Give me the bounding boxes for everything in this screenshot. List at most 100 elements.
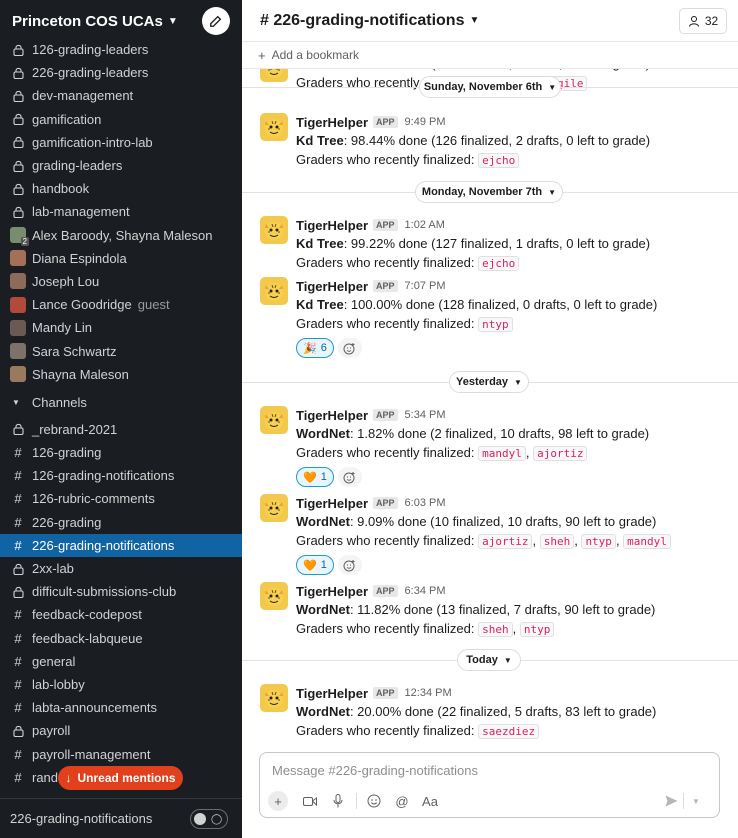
video-icon[interactable] [302, 791, 318, 811]
timestamp[interactable]: 9:49 PM [405, 116, 446, 128]
huddle-channel-label: 226-grading-notifications [10, 811, 153, 826]
send-icon[interactable] [663, 791, 679, 811]
reaction-pill[interactable]: 🎉 6 [296, 338, 334, 358]
hash-icon: # [14, 468, 22, 484]
date-jump-button[interactable]: Sunday, November 6th ▼ [419, 76, 561, 98]
add-reaction-button[interactable] [337, 467, 362, 487]
timestamp[interactable]: 7:07 PM [405, 280, 446, 292]
mention-icon[interactable]: @ [394, 791, 410, 811]
lock-icon [10, 65, 26, 81]
sidebar-item[interactable]: # lab-lobby [0, 673, 242, 696]
bot-avatar-icon[interactable] [260, 494, 288, 522]
sidebar-item-dm[interactable]: Diana Espindola [0, 247, 242, 270]
date-jump-button[interactable]: Yesterday ▼ [449, 371, 529, 393]
sidebar-item-label: Alex Baroody, Shayna Maleson [32, 227, 213, 243]
sidebar-item[interactable]: #126-grading [0, 441, 242, 464]
reaction-pill[interactable]: 🧡 1 [296, 467, 334, 487]
timestamp[interactable]: 5:34 PM [405, 409, 446, 421]
members-button[interactable]: 32 [679, 8, 727, 34]
bot-avatar-icon[interactable] [260, 216, 288, 244]
sidebar-item[interactable]: gamification [0, 108, 242, 131]
chevron-down-icon[interactable]: ▼ [689, 791, 703, 811]
bot-avatar-icon[interactable] [260, 277, 288, 305]
message-input[interactable]: Message #226-grading-notifications [272, 763, 478, 778]
date-jump-button[interactable]: Today ▼ [457, 649, 521, 671]
bot-avatar-icon[interactable] [260, 684, 288, 712]
date-jump-button[interactable]: Monday, November 7th ▼ [415, 181, 563, 203]
sidebar-item[interactable]: handbook [0, 177, 242, 200]
chevron-down-icon[interactable]: ▼ [469, 15, 479, 26]
grader-handle: ntyp [478, 317, 513, 332]
reaction-pill[interactable]: 🧡 1 [296, 555, 334, 575]
timestamp[interactable]: 1:02 AM [405, 219, 445, 231]
sidebar-item-dm[interactable]: Mandy Lin [0, 316, 242, 339]
sidebar-item-label: 126-grading-leaders [32, 42, 149, 58]
sidebar-item[interactable]: dev-management [0, 84, 242, 107]
status-text: : 20.00% done (22 finalized, 5 drafts, 8… [349, 704, 657, 719]
microphone-icon[interactable] [330, 791, 346, 811]
sidebar-item[interactable]: grading-leaders [0, 154, 242, 177]
channels-section-header[interactable]: ▼ Channels [0, 390, 242, 416]
timestamp[interactable]: 6:34 PM [405, 585, 446, 597]
sidebar-item[interactable]: 226-grading-leaders [0, 61, 242, 84]
sidebar-item[interactable]: #226-grading [0, 511, 242, 534]
sidebar-item-dm[interactable]: Lance Goodridge guest [0, 293, 242, 316]
bot-avatar-icon[interactable] [260, 69, 288, 82]
sidebar-item[interactable]: _rebrand-2021 [0, 418, 242, 441]
sender-name[interactable]: TigerHelper [296, 115, 368, 130]
sender-name[interactable]: TigerHelper [296, 279, 368, 294]
assignment-name: Kd Tree [296, 133, 344, 148]
sidebar-item[interactable]: # general [0, 650, 242, 673]
hash-icon: # [14, 676, 22, 692]
chevron-down-icon[interactable]: ▼ [168, 16, 178, 27]
sidebar-item[interactable]: 126-grading-leaders [0, 38, 242, 61]
channel-title[interactable]: # 226-grading-notifications [260, 12, 464, 30]
sidebar-item[interactable]: 2xx-lab [0, 557, 242, 580]
add-reaction-button[interactable] [337, 338, 362, 358]
format-button[interactable]: Aa [420, 791, 440, 811]
date-label: Yesterday [456, 376, 509, 388]
sender-name[interactable]: TigerHelper [296, 218, 368, 233]
sidebar-item[interactable]: payroll [0, 719, 242, 742]
sidebar-item-dm[interactable]: Joseph Lou [0, 270, 242, 293]
workspace-name[interactable]: Princeton COS UCAs [12, 13, 163, 30]
sidebar-item[interactable]: gamification-intro-lab [0, 131, 242, 154]
emoji-icon[interactable] [366, 791, 382, 811]
timestamp[interactable]: 12:34 PM [405, 687, 452, 699]
sidebar-item[interactable]: # payroll-management [0, 742, 242, 765]
add-reaction-button[interactable] [337, 555, 362, 575]
status-line: WordNet: 20.00% done (22 finalized, 5 dr… [296, 702, 726, 721]
huddle-toggle[interactable]: ◯ [190, 809, 228, 829]
lock-icon [10, 561, 26, 577]
graders-line: Graders who recently finalized: ejcho [296, 150, 726, 170]
bookmark-bar[interactable]: + Add a bookmark [242, 42, 738, 69]
hash-icon: # [14, 514, 22, 530]
unread-mentions-button[interactable]: ↓ Unread mentions [58, 766, 183, 790]
sender-name[interactable]: TigerHelper [296, 408, 368, 423]
add-bookmark-label[interactable]: Add a bookmark [272, 48, 359, 62]
timestamp[interactable]: 6:03 PM [405, 497, 446, 509]
sidebar-item[interactable]: #126-grading-notifications [0, 464, 242, 487]
sidebar-item-dm[interactable]: 2 Alex Baroody, Shayna Maleson [0, 224, 242, 247]
bot-avatar-icon[interactable] [260, 113, 288, 141]
sender-name[interactable]: TigerHelper [296, 496, 368, 511]
sidebar-item[interactable]: # feedback-codepost [0, 603, 242, 626]
bot-avatar-icon[interactable] [260, 406, 288, 434]
sidebar-item[interactable]: # labta-announcements [0, 696, 242, 719]
sidebar-item-dm[interactable]: Shayna Maleson [0, 363, 242, 386]
sidebar-item[interactable]: lab-management [0, 200, 242, 223]
sender-name[interactable]: TigerHelper [296, 686, 368, 701]
message-composer[interactable]: Message #226-grading-notifications + @ A… [259, 752, 720, 818]
bot-avatar-icon[interactable] [260, 582, 288, 610]
sidebar-item[interactable]: #126-rubric-comments [0, 487, 242, 510]
sender-name[interactable]: TigerHelper [296, 584, 368, 599]
sidebar-item-label: 226-grading [32, 514, 102, 530]
new-message-button[interactable] [202, 7, 230, 35]
toggle-knob [194, 813, 206, 825]
sidebar-item-dm[interactable]: Sara Schwartz [0, 339, 242, 362]
sidebar-item[interactable]: #226-grading-notifications [0, 533, 242, 557]
reactions-row: 🎉 6 [296, 338, 726, 358]
plus-icon[interactable]: + [268, 791, 288, 811]
sidebar-item[interactable]: # feedback-labqueue [0, 627, 242, 650]
sidebar-item[interactable]: difficult-submissions-club [0, 580, 242, 603]
